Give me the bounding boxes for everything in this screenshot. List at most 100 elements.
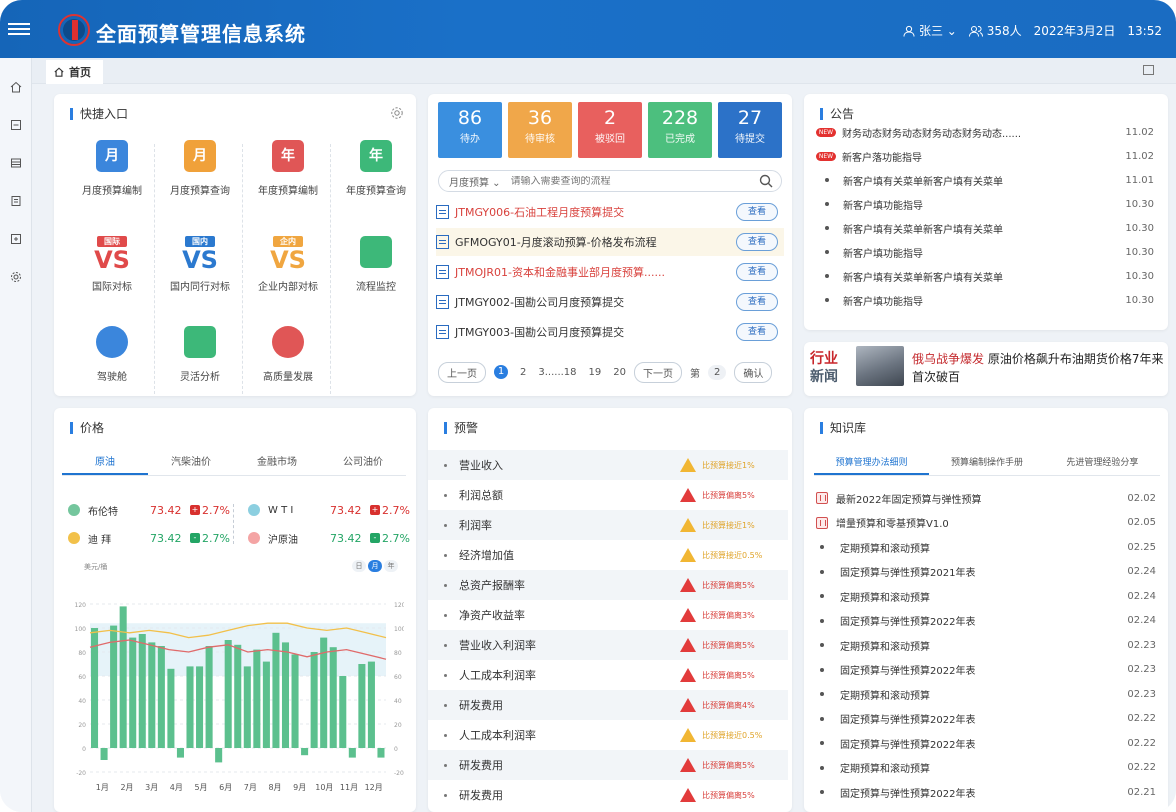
warning-item[interactable]: 营业收入利润率 比预算偏离5% [428, 630, 788, 660]
warning-item[interactable]: 研发费用 比预算偏离5% [428, 750, 788, 780]
quick-entry-item[interactable]: 灵活分析 [156, 320, 244, 410]
stat-card[interactable]: 2 被驳回 [578, 102, 642, 158]
view-button[interactable]: 查看 [736, 293, 778, 311]
settings-icon[interactable] [390, 106, 404, 120]
quick-entry-item[interactable]: 流程监控 [332, 230, 420, 320]
goto-page-input[interactable]: 2 [708, 364, 727, 380]
confirm-page-button[interactable]: 确认 [734, 361, 773, 383]
quick-entry-item[interactable]: 企内 VS 企业内部对标 [244, 230, 332, 320]
notice-item[interactable]: 新客户填有关菜单新客户填有关菜单 10.30 [816, 216, 1164, 240]
toggle-option[interactable]: 月 [368, 560, 382, 572]
knowledge-item[interactable]: 固定预算与弹性预算2021年表 02.24 [816, 560, 1156, 584]
search-filter-select[interactable]: 月度预算 ⌄ [449, 174, 501, 189]
knowledge-item[interactable]: 最新2022年固定预算与弹性预算 02.02 [816, 486, 1156, 510]
warning-item[interactable]: 人工成本利润率 比预算偏离5% [428, 660, 788, 690]
notice-item[interactable]: 新客户填功能指导 10.30 [816, 240, 1164, 264]
search-icon[interactable] [759, 174, 773, 188]
view-button[interactable]: 查看 [736, 203, 778, 221]
flow-item[interactable]: GFMOGY01-月度滚动预算-价格发布流程 查看 [436, 228, 784, 256]
price-row[interactable]: 迪 拜 73.42-2.7% [68, 528, 230, 548]
knowledge-item[interactable]: 固定预算与弹性预算2022年表 02.21 [816, 780, 1156, 804]
warning-item[interactable]: 利润率 比预算接近1% [428, 510, 788, 540]
warning-item[interactable]: 利润总额 比预算偏离5% [428, 480, 788, 510]
knowledge-item[interactable]: 固定预算与弹性预算2022年表 02.24 [816, 609, 1156, 633]
warning-item[interactable]: 营业收入 比预算接近1% [428, 450, 788, 480]
warning-item[interactable]: 研发费用 比预算偏离4% [428, 690, 788, 720]
sidebar-budget[interactable] [0, 106, 32, 144]
warning-triangle-icon [680, 608, 696, 622]
knowledge-item[interactable]: 增量预算和零基预算V1.0 02.05 [816, 511, 1156, 535]
quick-entry-item[interactable]: 月月度预算查询 [156, 134, 244, 224]
quick-entry-item[interactable]: 年年度预算编制 [244, 134, 332, 224]
knowledge-item[interactable]: 定期预算和滚动预算 02.22 [816, 756, 1156, 780]
quick-entry-item[interactable]: 驾驶舱 [68, 320, 156, 410]
next-page-button[interactable]: 下一页 [634, 361, 683, 383]
flow-item[interactable]: JTMGY002-国勘公司月度预算提交 查看 [436, 288, 784, 316]
page-number[interactable]: 1 [494, 365, 508, 379]
sidebar-home[interactable] [0, 68, 32, 106]
notice-item[interactable]: 新客户填功能指导 10.30 [816, 288, 1164, 312]
stat-card[interactable]: 36 待审核 [508, 102, 572, 158]
knowledge-tab[interactable]: 预算编制操作手册 [929, 452, 1044, 475]
notice-item[interactable]: 新客户填有关菜单新客户填有关菜单 10.30 [816, 264, 1164, 288]
view-button[interactable]: 查看 [736, 263, 778, 281]
quick-entry-item[interactable]: 年年度预算查询 [332, 134, 420, 224]
knowledge-tab[interactable]: 预算管理办法细则 [814, 452, 930, 475]
flow-item[interactable]: JTMOJR01-资本和金融事业部月度预算...... 查看 [436, 258, 784, 286]
sidebar-report[interactable] [0, 144, 32, 182]
quick-entry-item[interactable]: 高质量发展 [244, 320, 332, 410]
flow-item[interactable]: JTMGY003-国勘公司月度预算提交 查看 [436, 318, 784, 346]
quick-entry-item[interactable]: 月月度预算编制 [68, 134, 156, 224]
quick-entry-item[interactable]: 国际 VS 国际对标 [68, 230, 156, 320]
restore-window-icon[interactable] [1143, 65, 1154, 75]
knowledge-item[interactable]: 固定预算与弹性预算2022年表 02.22 [816, 707, 1156, 731]
knowledge-item[interactable]: 固定预算与弹性预算2022年表 02.23 [816, 658, 1156, 682]
knowledge-item[interactable]: 定期预算和滚动预算 02.23 [816, 682, 1156, 706]
prev-page-button[interactable]: 上一页 [438, 361, 486, 383]
price-row[interactable]: 布伦特 73.42 +2.7% [68, 500, 230, 520]
knowledge-tab[interactable]: 先进管理经验分享 [1045, 452, 1160, 475]
stat-card[interactable]: 27 待提交 [718, 102, 782, 158]
sidebar-settings[interactable] [0, 258, 32, 296]
search-input[interactable] [510, 175, 731, 187]
sidebar-analysis[interactable] [0, 182, 32, 220]
stat-card[interactable]: 86 待办 [438, 102, 502, 158]
warning-item[interactable]: 研发费用 比预算偏离5% [428, 780, 788, 810]
price-tab[interactable]: 原油 [62, 452, 148, 475]
notice-item[interactable]: 新客户填有关菜单新客户填有关菜单 11.01 [816, 168, 1164, 192]
stat-card[interactable]: 228 已完成 [648, 102, 712, 158]
view-button[interactable]: 查看 [736, 233, 778, 251]
news-image[interactable] [856, 346, 904, 386]
tab-home[interactable]: 首页 [46, 60, 103, 84]
price-tab[interactable]: 公司油价 [320, 452, 406, 475]
price-row[interactable]: 沪原油 73.42-2.7% [248, 528, 410, 548]
quick-entry-item[interactable]: 国内 VS 国内同行对标 [156, 230, 244, 320]
page-number[interactable]: 19 [589, 367, 602, 378]
flow-item[interactable]: JTMGY006-石油工程月度预算提交 查看 [436, 198, 784, 226]
knowledge-item[interactable]: 定期预算和滚动预算 02.23 [816, 633, 1156, 657]
warning-item[interactable]: 净资产收益率 比预算偏离3% [428, 600, 788, 630]
warning-item[interactable]: 总资产报酬率 比预算偏离5% [428, 570, 788, 600]
menu-toggle-icon[interactable] [8, 20, 30, 40]
toggle-option[interactable]: 日 [352, 560, 366, 572]
page-number[interactable]: 20 [613, 367, 626, 378]
warning-item[interactable]: 经济增加值 比预算接近0.5% [428, 540, 788, 570]
price-tab[interactable]: 汽柴油价 [148, 452, 234, 475]
price-tab[interactable]: 金融市场 [234, 452, 320, 475]
notice-item[interactable]: 新客户填功能指导 10.30 [816, 192, 1164, 216]
page-number[interactable]: 2 [520, 367, 526, 378]
knowledge-item[interactable]: 固定预算与弹性预算2022年表 02.22 [816, 731, 1156, 755]
user-menu[interactable]: 张三 ⌄ [903, 22, 957, 39]
knowledge-item[interactable]: 定期预算和滚动预算 02.25 [816, 535, 1156, 559]
warning-status: 比预算偏离3% [702, 610, 755, 620]
knowledge-item[interactable]: 定期预算和滚动预算 02.24 [816, 584, 1156, 608]
view-button[interactable]: 查看 [736, 323, 778, 341]
price-row[interactable]: W T I 73.42 +2.7% [248, 500, 410, 520]
sidebar-monitor[interactable] [0, 220, 32, 258]
news-headline[interactable]: 俄乌战争爆发 原油价格飙升布油期货价格7年来首次破百 [912, 350, 1166, 386]
toggle-option[interactable]: 年 [384, 560, 398, 572]
notice-item[interactable]: NEW 新客户落功能指导 11.02 [816, 144, 1164, 168]
notice-item[interactable]: NEW 财务动态财务动态财务动态财务动态...... 11.02 [816, 120, 1164, 144]
page-number[interactable]: 3......18 [538, 367, 576, 378]
warning-item[interactable]: 人工成本利润率 比预算接近0.5% [428, 720, 788, 750]
